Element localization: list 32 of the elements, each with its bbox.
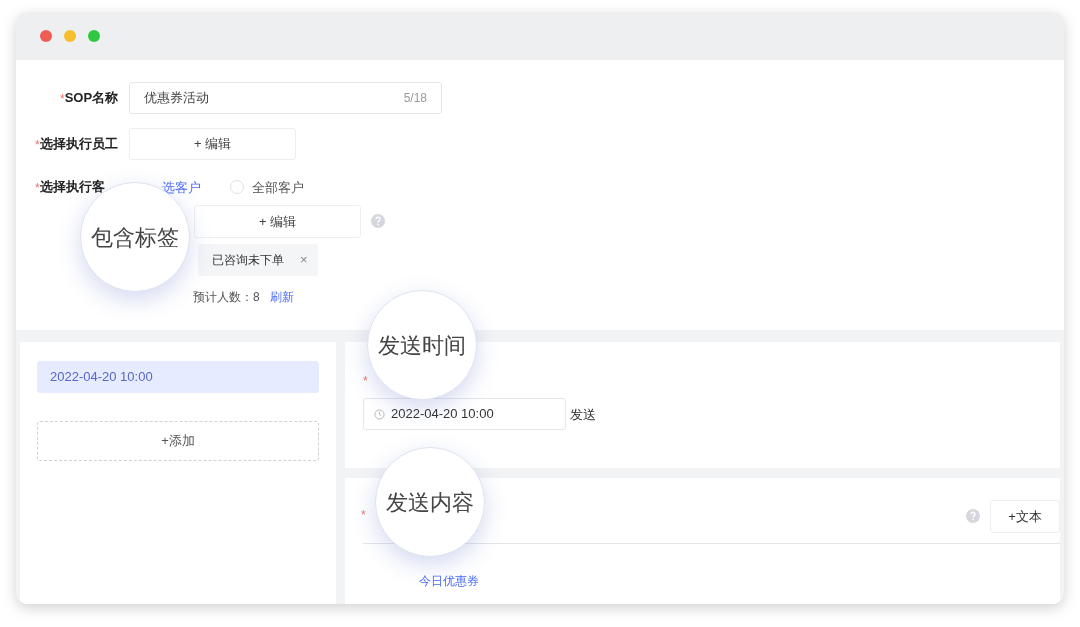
field-label: 选择执行客	[39, 178, 105, 197]
char-counter: 5/18	[403, 90, 427, 107]
window-control-button[interactable]	[64, 30, 76, 42]
radio-label[interactable]: 全部客户	[252, 178, 304, 198]
add-button[interactable]: +添加	[37, 421, 319, 461]
edit-tags-button[interactable]: + 编辑	[194, 205, 361, 238]
date-value: 2022-04-20 10:00	[391, 405, 494, 424]
date-input-field[interactable]: 2022-04-20 10:00	[363, 398, 566, 430]
help-icon[interactable]	[371, 214, 385, 228]
required-mark: *	[35, 181, 40, 197]
name-input-field[interactable]: 优惠券活动 5/18	[129, 82, 442, 114]
estimate-value: 8	[253, 289, 260, 306]
send-suffix-label: 发送	[570, 406, 596, 424]
tag-label: 已咨询未下单	[212, 252, 284, 269]
field-label: SOP名称	[64, 89, 119, 108]
window-control-button[interactable]	[40, 30, 52, 42]
required-mark: *	[363, 373, 368, 390]
radio-label[interactable]: 选客户	[162, 178, 201, 198]
field-label: 选择执行员工	[39, 135, 118, 154]
estimate-label: 预计人数：	[193, 289, 253, 306]
refresh-link[interactable]: 刷新	[269, 288, 294, 306]
edit-staff-button[interactable]: + 编辑	[129, 128, 296, 160]
schedule-item[interactable]: 2022-04-20 10:00	[37, 361, 319, 393]
help-icon[interactable]	[966, 509, 980, 523]
window-control-button[interactable]	[88, 30, 100, 42]
input-value: 优惠券活动	[144, 89, 209, 108]
required-mark: *	[361, 507, 366, 524]
required-mark: *	[35, 138, 40, 154]
clock-icon	[374, 408, 385, 420]
content-item-link[interactable]: 今日优惠券	[419, 572, 479, 590]
required-mark: *	[60, 91, 65, 108]
add-text-button[interactable]: +文本	[990, 500, 1060, 533]
